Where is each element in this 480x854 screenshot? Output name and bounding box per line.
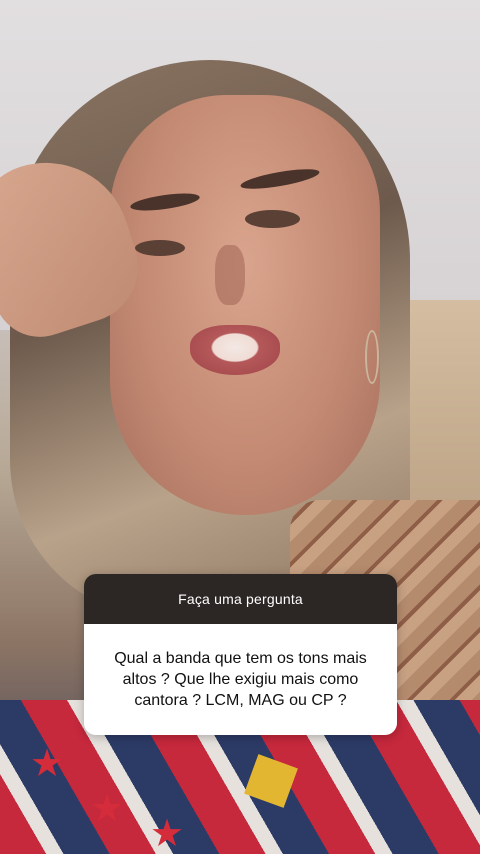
nose	[215, 245, 245, 305]
mouth	[190, 325, 280, 375]
face	[110, 95, 380, 515]
left-eye	[135, 240, 185, 256]
star-pattern-icon: ★	[150, 813, 185, 854]
earring	[365, 330, 379, 384]
star-pattern-icon: ★	[30, 743, 65, 785]
question-sticker-text: Qual a banda que tem os tons mais altos …	[84, 624, 397, 735]
story-view[interactable]: ★ ★ ★ Faça uma pergunta Qual a banda que…	[0, 0, 480, 854]
star-pattern-icon: ★	[90, 788, 125, 830]
right-eye	[245, 210, 300, 228]
question-sticker-header: Faça uma pergunta	[84, 574, 397, 624]
question-sticker[interactable]: Faça uma pergunta Qual a banda que tem o…	[84, 574, 397, 735]
